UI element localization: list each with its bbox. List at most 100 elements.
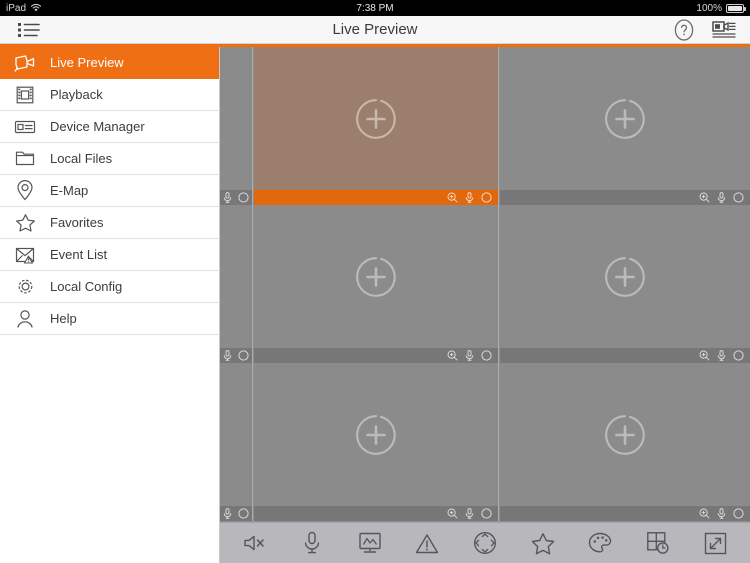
record-circle-icon[interactable] <box>481 350 492 361</box>
video-canvas <box>500 205 750 348</box>
microphone-icon[interactable] <box>465 508 474 519</box>
person-icon <box>14 308 36 330</box>
question-circle-icon[interactable] <box>674 18 694 41</box>
map-pin-icon <box>14 180 36 202</box>
folder-icon <box>14 148 36 170</box>
plus-circle-icon[interactable] <box>354 413 398 457</box>
sidebar-item-playback[interactable]: Playback <box>0 79 219 111</box>
layout-button[interactable] <box>641 526 675 560</box>
audio-mute-button[interactable] <box>238 526 272 560</box>
sidebar-item-label: Device Manager <box>50 119 145 134</box>
video-cell[interactable] <box>220 47 253 205</box>
ptz-button[interactable] <box>468 526 502 560</box>
page-title: Live Preview <box>332 21 418 38</box>
zoom-in-icon[interactable] <box>447 192 458 203</box>
ptz-circle-icon <box>473 531 497 555</box>
sidebar-item-favorites[interactable]: Favorites <box>0 207 219 239</box>
microphone-icon[interactable] <box>717 350 726 361</box>
record-circle-icon[interactable] <box>238 192 249 203</box>
favorites-button[interactable] <box>526 526 560 560</box>
video-cell[interactable] <box>500 205 750 363</box>
app-screen: iPad 7:38 PM 100% Live Preview Live Prev… <box>0 0 750 563</box>
sidebar-item-label: Local Files <box>50 151 113 166</box>
bottom-toolbar <box>220 522 750 563</box>
record-circle-icon[interactable] <box>733 508 744 519</box>
record-circle-icon[interactable] <box>733 192 744 203</box>
video-cell[interactable] <box>220 363 253 521</box>
microphone-icon[interactable] <box>465 350 474 361</box>
zoom-in-icon[interactable] <box>699 192 710 203</box>
sidebar-item-help[interactable]: Help <box>0 303 219 335</box>
plus-circle-icon[interactable] <box>354 255 398 299</box>
talk-button[interactable] <box>295 526 329 560</box>
record-circle-icon[interactable] <box>481 508 492 519</box>
microphone-icon[interactable] <box>223 192 232 203</box>
snapshot-button[interactable] <box>353 526 387 560</box>
sidebar-item-e-map[interactable]: E-Map <box>0 175 219 207</box>
video-canvas <box>500 47 750 190</box>
plus-circle-icon[interactable] <box>603 97 647 141</box>
record-circle-icon[interactable] <box>481 192 492 203</box>
video-grid-row <box>220 47 750 205</box>
video-canvas <box>220 205 252 348</box>
zoom-in-icon[interactable] <box>699 508 710 519</box>
microphone-icon[interactable] <box>465 192 474 203</box>
sidebar-item-label: Favorites <box>50 215 104 230</box>
zoom-in-icon[interactable] <box>447 508 458 519</box>
plus-circle-icon[interactable] <box>603 255 647 299</box>
bulleted-list-icon[interactable] <box>18 22 40 38</box>
video-cell-toolbar <box>254 190 498 205</box>
sidebar-item-local-config[interactable]: Local Config <box>0 271 219 303</box>
video-cell[interactable] <box>254 205 499 363</box>
video-cell-toolbar <box>220 190 252 205</box>
video-canvas <box>254 47 498 190</box>
sidebar-item-label: Live Preview <box>50 55 124 70</box>
zoom-in-icon[interactable] <box>699 350 710 361</box>
video-cell[interactable] <box>500 47 750 205</box>
microphone-icon[interactable] <box>717 508 726 519</box>
video-cell[interactable] <box>254 47 499 205</box>
video-cell-toolbar <box>500 348 750 363</box>
sidebar-item-live-preview[interactable]: Live Preview <box>0 47 219 79</box>
record-circle-icon[interactable] <box>238 350 249 361</box>
palette-icon <box>588 532 612 554</box>
image-color-button[interactable] <box>583 526 617 560</box>
video-cell[interactable] <box>220 205 253 363</box>
video-canvas <box>254 363 498 506</box>
warning-triangle-icon <box>415 533 439 554</box>
device-stream-icon[interactable] <box>712 20 736 40</box>
battery-full-icon <box>726 3 746 13</box>
zoom-in-icon[interactable] <box>447 350 458 361</box>
battery-percent-label: 100% <box>696 2 722 14</box>
video-cell-toolbar <box>500 190 750 205</box>
plus-circle-icon[interactable] <box>354 97 398 141</box>
status-bar: iPad 7:38 PM 100% <box>0 0 750 16</box>
sidebar-item-label: Event List <box>50 247 108 262</box>
sidebar-item-local-files[interactable]: Local Files <box>0 143 219 175</box>
video-cell[interactable] <box>500 363 750 521</box>
microphone-icon[interactable] <box>717 192 726 203</box>
microphone-icon[interactable] <box>223 508 232 519</box>
camcorder-icon <box>14 52 36 74</box>
record-circle-icon[interactable] <box>733 350 744 361</box>
star-icon <box>531 532 555 555</box>
sidebar-item-label: E-Map <box>50 183 89 198</box>
video-canvas <box>220 47 252 190</box>
envelope-alert-icon <box>14 244 36 266</box>
microphone-icon[interactable] <box>223 350 232 361</box>
fullscreen-button[interactable] <box>698 526 732 560</box>
alarm-button[interactable] <box>410 526 444 560</box>
video-grid <box>220 47 750 522</box>
sidebar-item-event-list[interactable]: Event List <box>0 239 219 271</box>
video-cell-toolbar <box>220 348 252 363</box>
record-circle-icon[interactable] <box>238 508 249 519</box>
video-grid-row <box>220 363 750 521</box>
sidebar-item-device-manager[interactable]: Device Manager <box>0 111 219 143</box>
video-cell[interactable] <box>254 363 499 521</box>
plus-circle-icon[interactable] <box>603 413 647 457</box>
star-icon <box>14 212 36 234</box>
video-cell-toolbar <box>500 506 750 521</box>
grid-clock-icon <box>646 531 670 555</box>
video-canvas <box>220 363 252 506</box>
monitor-wave-icon <box>358 532 382 554</box>
